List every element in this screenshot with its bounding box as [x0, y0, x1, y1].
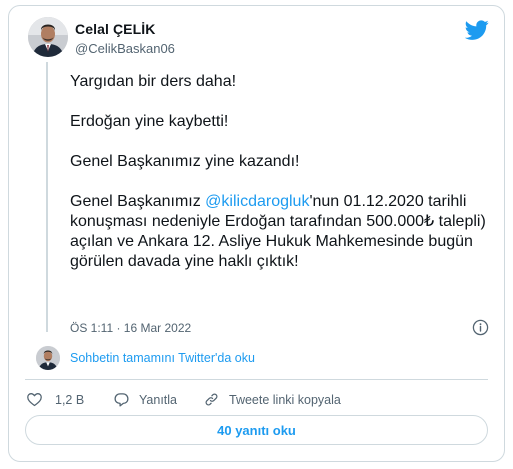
tweet-card: Celal ÇELİK @CelikBaskan06 Yargıdan bir … — [8, 5, 505, 462]
tweet-text: Yargıdan bir ders daha! Erdoğan yine kay… — [70, 72, 490, 272]
mention-link[interactable]: @kilicdarogluk — [205, 193, 309, 210]
copy-link-label: Tweete linki kopyala — [229, 392, 341, 407]
tweet-line-3: Genel Başkanımız yine kazandı! — [70, 153, 300, 170]
tweet-line-2: Erdoğan yine kaybetti! — [70, 113, 229, 130]
read-replies-button[interactable]: 40 yanıtı oku — [25, 415, 488, 445]
tweet-timestamp[interactable]: ÖS 1:11 · 16 Mar 2022 — [70, 321, 191, 335]
copy-link-button[interactable]: Tweete linki kopyala — [203, 391, 341, 408]
reply-button[interactable]: Yanıtla — [113, 391, 177, 408]
tweet-line-1: Yargıdan bir ders daha! — [70, 73, 237, 90]
reply-icon — [114, 393, 129, 407]
divider — [25, 379, 488, 380]
heart-icon — [27, 393, 42, 407]
reply-label: Yanıtla — [139, 392, 177, 407]
author-name[interactable]: Celal ÇELİK — [75, 21, 155, 37]
thread-line — [46, 62, 48, 332]
twitter-bird-icon[interactable] — [465, 18, 489, 42]
author-avatar[interactable] — [28, 17, 68, 57]
thread-author-avatar[interactable] — [36, 346, 60, 370]
like-count: 1,2 B — [55, 392, 85, 407]
info-icon[interactable] — [472, 319, 489, 336]
author-handle[interactable]: @CelikBaskan06 — [75, 41, 175, 56]
tweet-line-4-pre: Genel Başkanımız — [70, 193, 206, 210]
link-icon — [205, 393, 218, 406]
read-full-thread-link[interactable]: Sohbetin tamamını Twitter'da oku — [70, 351, 255, 365]
like-button[interactable]: 1,2 B — [26, 391, 84, 408]
tweet-line-4: Genel Başkanımız @kilicdarogluk'nun 01.1… — [70, 192, 490, 272]
